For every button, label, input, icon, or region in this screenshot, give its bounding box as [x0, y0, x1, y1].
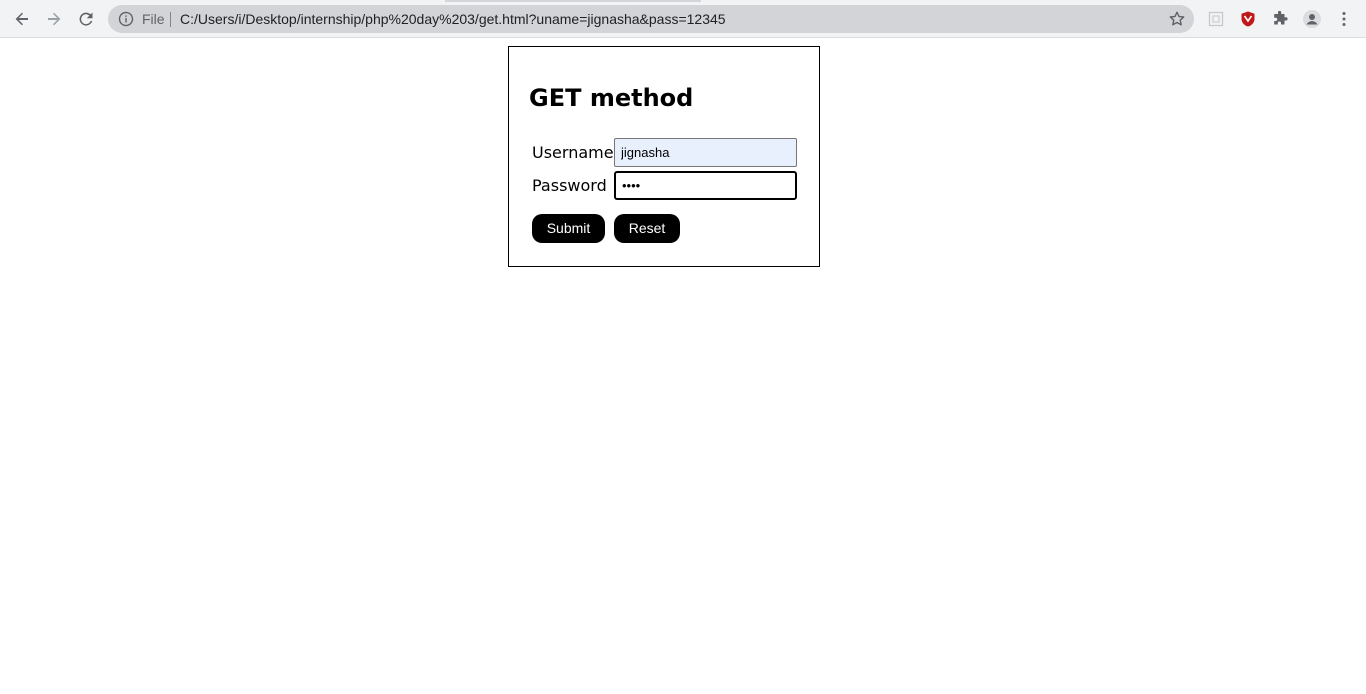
username-input[interactable] [614, 138, 797, 167]
form-title: GET method [529, 84, 694, 112]
get-method-form: GET method Username Password Submit Rese… [508, 46, 820, 267]
profile-button[interactable] [1301, 8, 1323, 30]
address-bar[interactable]: File C:/Users/i/Desktop/internship/php%2… [108, 5, 1194, 33]
shield-extension-icon [1241, 11, 1255, 27]
reload-icon [79, 12, 93, 26]
kebab-menu-icon [1342, 12, 1346, 26]
scheme-label: File [142, 11, 165, 27]
password-input[interactable] [614, 171, 797, 200]
password-label: Password [532, 176, 607, 195]
forward-button[interactable] [40, 5, 68, 33]
browser-toolbar: File C:/Users/i/Desktop/internship/php%2… [0, 0, 1366, 38]
browser-menu-button[interactable] [1333, 8, 1355, 30]
star-icon[interactable] [1168, 10, 1186, 28]
extension-page-icon [1208, 11, 1224, 27]
back-arrow-icon [15, 12, 28, 26]
shield-extension-button[interactable] [1237, 8, 1259, 30]
reload-button[interactable] [72, 5, 100, 33]
active-tab-edge [445, 0, 701, 2]
username-label: Username [532, 143, 614, 162]
puzzle-icon [1274, 10, 1288, 25]
back-button[interactable] [8, 5, 36, 33]
extension-page-button[interactable] [1205, 8, 1227, 30]
info-icon[interactable] [118, 11, 134, 27]
profile-icon [1303, 10, 1321, 28]
extensions-menu-button[interactable] [1269, 8, 1291, 30]
reset-button[interactable]: Reset [614, 214, 680, 243]
omnibox-divider [170, 12, 171, 27]
submit-button[interactable]: Submit [532, 214, 605, 243]
forward-arrow-icon [48, 12, 61, 26]
url-text[interactable]: C:/Users/i/Desktop/internship/php%20day%… [180, 11, 726, 27]
